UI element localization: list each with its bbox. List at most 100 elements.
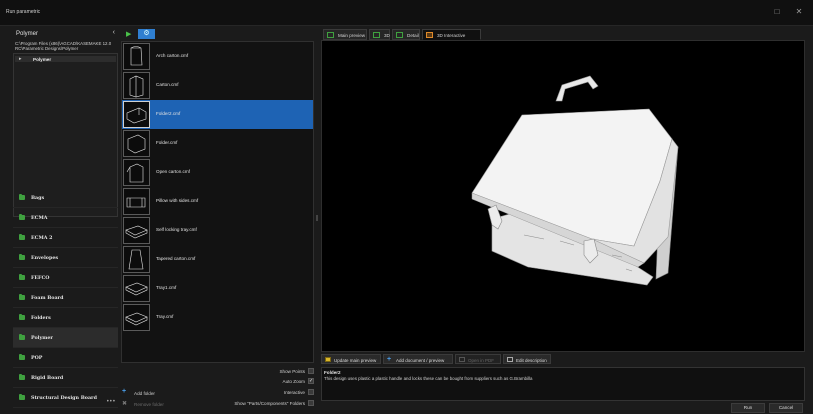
add-document-preview-button[interactable]: + Add document / preview <box>383 354 453 364</box>
plus-icon: + <box>387 355 392 363</box>
design-item-tapered-carton[interactable]: Tapered carton.cmf <box>122 245 313 274</box>
run-button[interactable]: Run <box>731 403 765 413</box>
design-item-folder2[interactable]: Folder2.cmf <box>122 100 313 129</box>
button-label: Open in PDF <box>468 357 495 363</box>
folder-icon <box>19 273 25 280</box>
remove-folder-button[interactable]: ✖ Remove folder <box>121 400 181 408</box>
design-label: Tray1.cmf <box>156 285 177 290</box>
design-item-tray[interactable]: Tray.cmf <box>122 303 313 332</box>
folder-item-bags[interactable]: Bags <box>13 188 118 208</box>
edit-description-button[interactable]: Edit description <box>503 354 551 364</box>
design-toolbar: ▶ ⚙ <box>121 29 314 39</box>
collapse-chevron-icon[interactable]: ‹ <box>113 29 115 36</box>
folder-icon <box>19 353 25 360</box>
title-bar: Run parametric □ ✕ <box>0 0 813 26</box>
interactive-checkbox[interactable] <box>308 389 314 395</box>
design-label: Arch carton.cmf <box>156 53 189 58</box>
interactive-option[interactable]: Interactive <box>194 389 314 396</box>
folder-item-envelopes[interactable]: Envelopes <box>13 248 118 268</box>
folder-item-fefco[interactable]: FEFCO <box>13 268 118 288</box>
design-item-arch-carton[interactable]: Arch carton.cmf <box>122 42 313 71</box>
tab-detail[interactable]: Detail <box>392 29 420 40</box>
auto-zoom-option[interactable]: Auto Zoom ✓ <box>194 378 314 385</box>
play-icon[interactable]: ▶ <box>126 30 131 38</box>
folder-icon <box>19 253 25 260</box>
tab-3d-interactive[interactable]: 3D Interactive <box>422 29 481 40</box>
folder-label: Rigid Board <box>31 375 64 381</box>
3d-viewport[interactable] <box>321 40 805 352</box>
design-item-open-carton[interactable]: Open carton.cmf <box>122 158 313 187</box>
folder-label: Envelopes <box>31 255 59 261</box>
tab-label: Detail <box>407 33 419 38</box>
tab-3d[interactable]: 3D <box>369 29 390 40</box>
folder-icon <box>19 333 25 340</box>
show-parts-folders-checkbox[interactable] <box>308 400 314 406</box>
tree-item-label: Polymer <box>33 56 52 62</box>
close-icon[interactable]: ✕ <box>792 6 806 18</box>
add-folder-label: Add folder <box>134 390 155 396</box>
design-thumbnail <box>123 130 150 157</box>
design-label: Tapered carton.cmf <box>156 256 196 261</box>
design-label: Self locking tray.cmf <box>156 227 197 232</box>
folder-item-polymer[interactable]: Polymer <box>13 328 118 348</box>
folder-item-pop[interactable]: POP <box>13 348 118 368</box>
folder-label: Bags <box>31 195 45 201</box>
library-path: C:\Program Files (x86)\AGCAD\KASEMAKE 12… <box>15 41 112 51</box>
design-item-pillow-with-sides[interactable]: Pillow with sides.cmf <box>122 187 313 216</box>
edit-icon <box>507 356 513 362</box>
maximize-icon[interactable]: □ <box>770 6 784 18</box>
folder-icon <box>19 293 25 300</box>
remove-folder-label: Remove folder <box>134 401 164 407</box>
library-panel: Polymer ‹ C:\Program Files (x86)\AGCAD\K… <box>13 29 118 413</box>
folder-label: Structural Design Board <box>31 395 97 401</box>
folder-icon <box>19 213 25 220</box>
pdf-icon <box>459 356 465 362</box>
folder-icon <box>19 233 25 240</box>
design-thumbnail <box>123 304 150 331</box>
design-list[interactable]: Arch carton.cmf Carton.cmf Folder2.cmf F… <box>121 41 314 363</box>
design-label: Pillow with sides.cmf <box>156 198 199 203</box>
auto-zoom-checkbox[interactable]: ✓ <box>308 378 314 384</box>
design-item-folder[interactable]: Folder.cmf <box>122 129 313 158</box>
design-label: Folder2.cmf <box>156 111 181 116</box>
folder-item-ecma-2[interactable]: ECMA 2 <box>13 228 118 248</box>
show-points-option[interactable]: Show Points <box>194 368 314 375</box>
picture-icon <box>396 32 403 38</box>
design-thumbnail <box>123 72 150 99</box>
preview-panel: Main preview 3D Detail 3D Interactive Up… <box>321 29 805 413</box>
add-folder-button[interactable]: + Add folder <box>121 388 181 397</box>
cancel-button[interactable]: Cancel <box>769 403 803 413</box>
show-parts-folders-option[interactable]: Show "Parts/Components" Folders <box>194 400 314 407</box>
expand-arrow-icon[interactable]: ▸ <box>19 56 22 62</box>
tab-main-preview[interactable]: Main preview <box>323 29 367 40</box>
settings-gear-icon[interactable]: ⚙ <box>138 29 155 39</box>
picture-icon <box>327 32 334 38</box>
design-thumbnail <box>123 43 150 70</box>
design-thumbnail <box>123 217 150 244</box>
more-options-icon[interactable]: ••• <box>107 399 116 405</box>
folder-item-structural-design-board[interactable]: Structural Design Board <box>13 388 118 408</box>
tree-item-polymer[interactable]: ▸ Polymer <box>15 56 116 62</box>
design-item-self-locking-tray[interactable]: Self locking tray.cmf <box>122 216 313 245</box>
show-points-checkbox[interactable] <box>308 368 314 374</box>
library-name: Polymer <box>16 31 39 37</box>
design-label: Folder.cmf <box>156 140 178 145</box>
folder-3d-model <box>471 75 679 286</box>
folder-item-foam-board[interactable]: Foam Board <box>13 288 118 308</box>
button-label: Add document / preview <box>396 357 445 363</box>
folder-label: Foam Board <box>31 295 64 301</box>
folder-item-folders[interactable]: Folders <box>13 308 118 328</box>
design-options: Show Points Auto Zoom ✓ Interactive Show… <box>121 365 314 413</box>
update-main-preview-button[interactable]: Update main preview <box>321 354 381 364</box>
open-in-pdf-button[interactable]: Open in PDF <box>455 354 501 364</box>
design-item-carton[interactable]: Carton.cmf <box>122 71 313 100</box>
design-item-tray1[interactable]: Tray1.cmf <box>122 274 313 303</box>
preview-tabs: Main preview 3D Detail 3D Interactive <box>321 29 805 40</box>
folder-item-rigid-board[interactable]: Rigid Board <box>13 368 118 388</box>
description-title: Folder2 <box>324 370 341 375</box>
description-text: This design uses plastic a plastic handl… <box>324 376 533 381</box>
panel-splitter-handle[interactable] <box>316 215 318 221</box>
folder-item-ecma[interactable]: ECMA <box>13 208 118 228</box>
button-label: Edit description <box>516 357 547 363</box>
folder-label: Polymer <box>31 335 53 341</box>
